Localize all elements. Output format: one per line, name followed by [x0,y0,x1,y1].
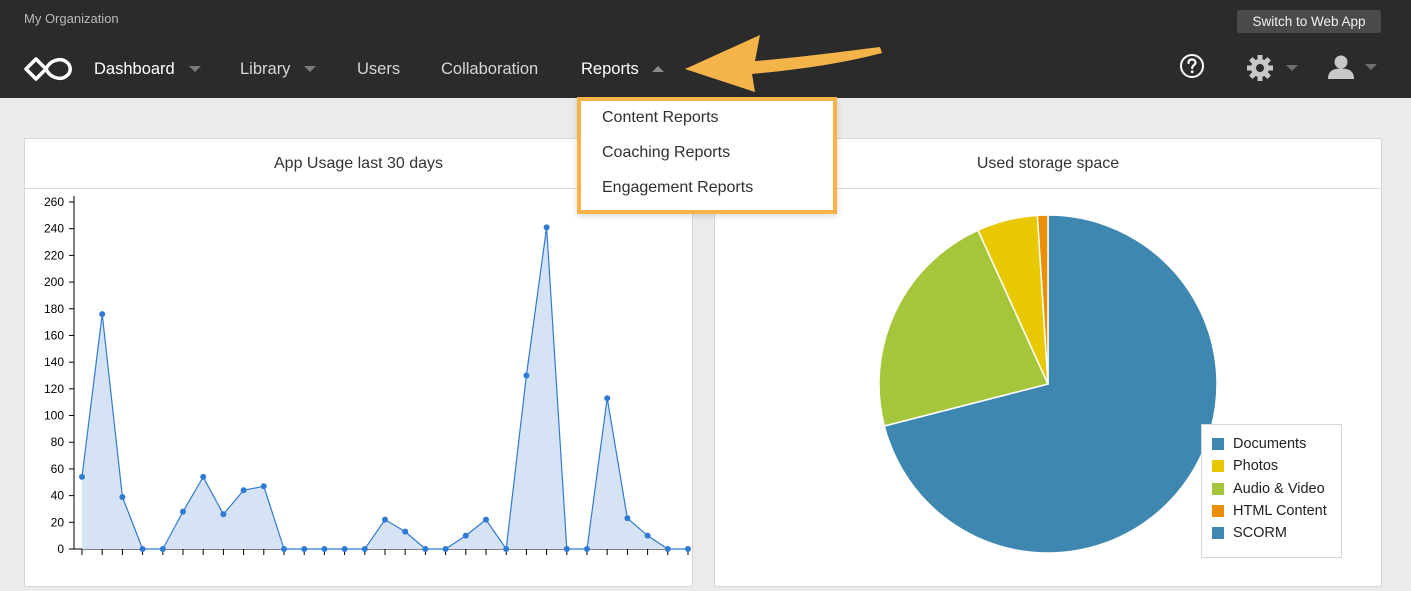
reports-dropdown-menu: Content Reports Coaching Reports Engagem… [577,97,837,214]
legend-swatch [1212,482,1224,495]
menu-item-coaching-reports[interactable]: Coaching Reports [602,144,730,162]
usage-point [321,546,328,552]
legend-label: Photos [1233,458,1279,475]
legend-item: Documents [1212,436,1306,452]
usage-point [159,546,166,552]
usage-point [361,546,368,552]
menu-item-content-reports[interactable]: Content Reports [602,109,719,127]
y-tick-label: 40 [51,489,65,503]
y-tick-label: 180 [44,302,64,316]
usage-point [624,515,631,522]
usage-point [604,395,611,402]
usage-point [180,508,186,515]
usage-point [543,224,550,231]
y-tick-label: 100 [44,409,64,423]
y-tick-label: 200 [44,275,64,289]
usage-point [422,546,429,552]
usage-point [503,546,510,552]
pie-legend: Documents Photos Audio & Video HTML Content… [1201,424,1342,558]
legend-item: Photos [1212,458,1278,474]
usage-point [240,487,247,494]
legend-label: SCORM [1233,525,1287,542]
usage-point [563,546,570,552]
legend-label: Documents [1233,436,1307,452]
y-tick-label: 160 [44,328,64,342]
usage-point [382,516,388,523]
legend-swatch [1212,504,1224,517]
usage-point [442,546,449,552]
usage-point [79,473,85,480]
usage-point [220,511,227,518]
legend-swatch [1212,527,1224,540]
usage-point [523,372,530,379]
y-tick-label: 120 [44,382,64,396]
usage-point [99,311,106,318]
y-tick-label: 20 [51,515,65,529]
legend-item: SCORM [1212,525,1287,541]
legend-swatch [1212,460,1224,473]
legend-item: Audio & Video [1212,481,1325,497]
usage-point [483,516,489,523]
y-tick-label: 240 [44,222,64,236]
usage-point [200,473,207,480]
usage-point [341,546,348,552]
usage-point [260,483,267,490]
legend-label: HTML Content [1233,502,1327,519]
usage-area [82,227,688,549]
legend-label: Audio & Video [1233,480,1325,497]
usage-point [139,546,146,552]
legend-swatch [1212,438,1224,450]
menu-item-engagement-reports[interactable]: Engagement Reports [602,179,753,197]
usage-point [664,546,671,552]
y-tick-label: 260 [44,195,64,209]
arrow-pointer [685,35,882,92]
legend-item: HTML Content [1212,503,1327,519]
y-tick-label: 80 [51,435,65,449]
usage-point [402,528,409,535]
usage-point [644,532,651,539]
y-tick-label: 60 [51,462,65,476]
usage-point [301,546,308,552]
y-tick-label: 220 [44,248,64,262]
usage-point [584,546,590,552]
usage-point [685,546,691,552]
usage-point [119,493,126,500]
y-tick-label: 0 [57,542,64,556]
usage-point [281,546,287,552]
usage-point [462,532,469,539]
y-tick-label: 140 [44,355,64,369]
